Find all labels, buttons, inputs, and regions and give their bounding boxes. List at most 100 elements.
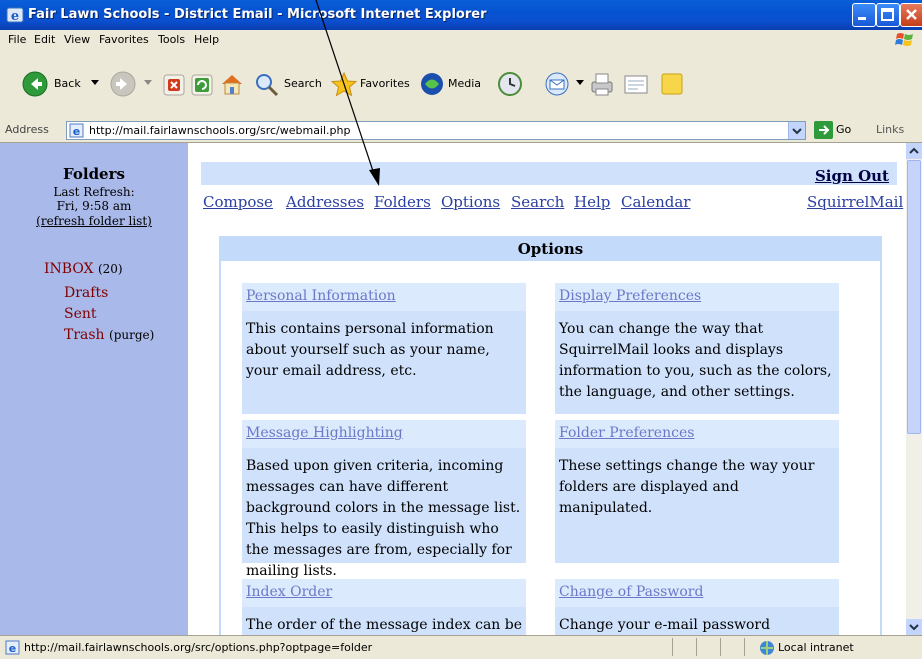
menu-file[interactable]: File <box>8 33 26 46</box>
personal-information-desc: This contains personal information about… <box>246 321 494 379</box>
status-bar: e http://mail.fairlawnschools.org/src/op… <box>0 635 922 659</box>
address-input[interactable]: e http://mail.fairlawnschools.org/src/we… <box>66 121 806 140</box>
menu-view[interactable]: View <box>64 33 90 46</box>
history-icon[interactable] <box>497 71 523 97</box>
folder-sent[interactable]: Sent <box>64 306 97 322</box>
ie-page-icon: e <box>5 640 20 655</box>
vertical-scrollbar[interactable] <box>906 143 922 635</box>
favorites-label[interactable]: Favorites <box>360 77 410 90</box>
purge-link[interactable]: (purge) <box>109 328 154 342</box>
folder-sidebar: Folders Last Refresh: Fri, 9:58 am (refr… <box>0 143 188 635</box>
stop-icon[interactable] <box>163 74 185 96</box>
maximize-button[interactable] <box>876 3 900 27</box>
last-refresh-label: Last Refresh: <box>53 185 135 199</box>
menu-bar: File Edit View Favorites Tools Help <box>0 30 922 51</box>
toolbar: Back Search Favorites Media <box>0 50 922 119</box>
change-of-password-link[interactable]: Change of Password <box>559 584 703 600</box>
nav-compose[interactable]: Compose <box>203 193 273 211</box>
search-icon[interactable] <box>254 72 280 98</box>
links-button[interactable]: Links <box>876 123 904 136</box>
forward-arrow-icon[interactable] <box>110 71 136 97</box>
messenger-note-icon[interactable] <box>659 71 685 97</box>
close-icon <box>906 9 917 20</box>
folder-preferences-desc: These settings change the way your folde… <box>559 458 815 516</box>
option-display-preferences: Display Preferences You can change the w… <box>555 283 839 414</box>
nav-folders[interactable]: Folders <box>374 193 431 211</box>
options-heading: Options <box>221 238 880 261</box>
print-icon[interactable] <box>588 71 616 97</box>
mail-dropdown-icon[interactable] <box>576 80 584 86</box>
address-url[interactable]: http://mail.fairlawnschools.org/src/webm… <box>89 124 350 137</box>
window-title: Fair Lawn Schools - District Email - Mic… <box>28 7 487 22</box>
go-button[interactable]: Go <box>836 123 851 136</box>
personal-information-link[interactable]: Personal Information <box>246 288 396 304</box>
search-label[interactable]: Search <box>284 77 322 90</box>
local-intranet-icon <box>760 641 774 655</box>
media-label[interactable]: Media <box>448 77 481 90</box>
nav-search[interactable]: Search <box>511 193 564 211</box>
message-highlighting-desc: Based upon given criteria, incoming mess… <box>246 458 521 579</box>
inbox-count: (20) <box>97 262 123 276</box>
close-button[interactable] <box>900 3 922 27</box>
svg-text:e: e <box>73 125 80 138</box>
menu-edit[interactable]: Edit <box>34 33 55 46</box>
nav-addresses[interactable]: Addresses <box>286 193 364 211</box>
squirrelmail-link[interactable]: SquirrelMail <box>807 193 903 211</box>
folder-inbox[interactable]: INBOX (20) <box>44 261 123 277</box>
svg-text:e: e <box>9 642 16 655</box>
status-text: http://mail.fairlawnschools.org/src/opti… <box>24 641 373 654</box>
refresh-folder-list-link[interactable]: (refresh folder list) <box>0 214 188 228</box>
option-index-order: Index Order The order of the message ind… <box>242 579 526 635</box>
back-arrow-icon[interactable] <box>22 71 48 97</box>
folder-trash[interactable]: Trash (purge) <box>64 327 154 343</box>
sign-out-link[interactable]: Sign Out <box>815 167 889 185</box>
nav-calendar[interactable]: Calendar <box>621 193 690 211</box>
display-preferences-link[interactable]: Display Preferences <box>559 288 701 304</box>
folders-heading: Folders <box>63 165 125 183</box>
scroll-up-button[interactable] <box>906 143 922 159</box>
nav-help[interactable]: Help <box>574 193 610 211</box>
edit-icon[interactable] <box>622 71 650 97</box>
windows-flag-icon <box>895 33 913 46</box>
forward-dropdown-icon[interactable] <box>144 80 152 86</box>
menu-favorites[interactable]: Favorites <box>99 33 149 46</box>
ie-page-icon: e <box>69 123 84 138</box>
folder-inbox-label[interactable]: INBOX <box>44 261 94 277</box>
chevron-down-icon <box>909 624 919 631</box>
address-label: Address <box>5 123 49 136</box>
folder-trash-label[interactable]: Trash <box>64 327 105 343</box>
go-arrow-icon[interactable] <box>814 121 833 139</box>
scroll-down-button[interactable] <box>906 619 922 635</box>
chevron-up-icon <box>909 147 919 154</box>
back-dropdown-icon[interactable] <box>91 80 99 86</box>
address-bar: Address e http://mail.fairlawnschools.or… <box>0 118 922 143</box>
refresh-icon[interactable] <box>191 74 213 96</box>
mail-icon[interactable] <box>544 71 574 97</box>
menu-help[interactable]: Help <box>194 33 219 46</box>
refresh-time: Fri, 9:58 am <box>56 199 132 213</box>
page-content: Folders Last Refresh: Fri, 9:58 am (refr… <box>0 143 906 635</box>
minimize-icon <box>858 17 866 20</box>
folder-drafts[interactable]: Drafts <box>64 285 108 301</box>
option-change-of-password: Change of Password Change your e-mail pa… <box>555 579 839 635</box>
nav-options[interactable]: Options <box>441 193 500 211</box>
maximize-icon <box>881 8 894 21</box>
home-icon[interactable] <box>219 71 245 97</box>
message-highlighting-link[interactable]: Message Highlighting <box>246 425 403 441</box>
option-personal-information: Personal Information This contains perso… <box>242 283 526 414</box>
folder-preferences-link[interactable]: Folder Preferences <box>559 425 694 441</box>
option-message-highlighting: Message Highlighting Based upon given cr… <box>242 420 526 579</box>
minimize-button[interactable] <box>852 3 876 27</box>
scroll-thumb[interactable] <box>907 160 921 434</box>
option-folder-preferences: Folder Preferences These settings change… <box>555 420 839 563</box>
index-order-link[interactable]: Index Order <box>246 584 332 600</box>
security-zone: Local intranet <box>778 641 854 654</box>
back-label[interactable]: Back <box>54 77 81 90</box>
media-icon[interactable] <box>419 71 445 97</box>
address-dropdown[interactable] <box>788 122 805 139</box>
menu-tools[interactable]: Tools <box>158 33 185 46</box>
options-panel: Options Personal Information This contai… <box>219 236 882 635</box>
change-of-password-desc: Change your e-mail password <box>559 617 771 633</box>
favorites-star-icon[interactable] <box>330 71 358 97</box>
ie-logo-icon: e <box>6 7 24 24</box>
